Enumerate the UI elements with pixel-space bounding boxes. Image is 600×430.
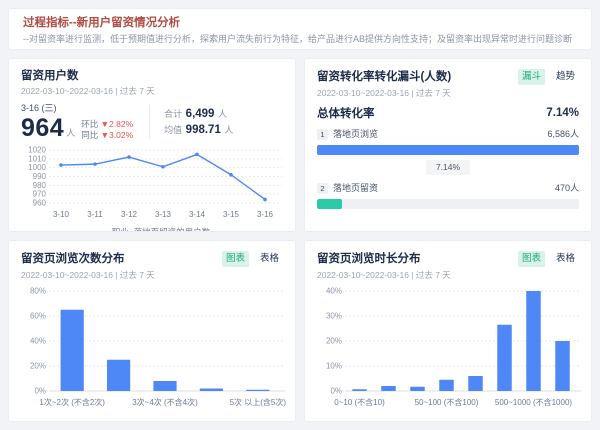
overall-conversion-label: 总体转化率 (317, 105, 375, 121)
views-distribution-bar-chart: 0%20%40%60%80%1次~2次 (不含2次)3次~4次 (不含4次)5次… (21, 283, 283, 418)
header-card: 过程指标--新用户留资情况分析 --对留资率进行监测，低于预期值进行分析，探索用… (8, 8, 592, 50)
duration-tabs: 图表 表格 (518, 251, 579, 267)
current-users-value: 964 (21, 115, 64, 141)
step-1-value: 6,586人 (547, 128, 579, 141)
panel-users-title: 留资用户数 (21, 69, 283, 83)
stats-divider (149, 105, 150, 139)
users-stats-row: 3-16 (三) 964 人 环比 ▼2.82% 同比 ▼3.02% (21, 101, 283, 143)
current-users-unit: 人 (66, 126, 75, 139)
step-2-badge: 2 (317, 183, 328, 194)
svg-text:3-15: 3-15 (223, 210, 240, 219)
page-title: 过程指标--新用户留资情况分析 (23, 16, 577, 31)
svg-text:3-11: 3-11 (87, 210, 103, 219)
funnel-step-1[interactable]: 1 落地页浏览 6,586人 (317, 128, 579, 155)
funnel-step-2[interactable]: 2 落地页留资 470人 (317, 182, 579, 209)
panel-users: 留资用户数 2022-03-10~2022-03-16 | 过去 7 天 3-1… (8, 58, 296, 232)
tab-table[interactable]: 表格 (552, 251, 579, 267)
step-1-bar (317, 145, 579, 155)
yoy-decrease-value: ▼3.02% (101, 130, 134, 140)
svg-text:80%: 80% (30, 287, 46, 296)
panel-views-title: 留资页浏览次数分布 (21, 252, 125, 266)
svg-text:0%: 0% (34, 387, 46, 396)
current-stat-block: 3-16 (三) 964 人 环比 ▼2.82% 同比 ▼3.02% (21, 103, 133, 141)
step-2-label: 落地页留资 (333, 182, 378, 195)
panel-views-distribution: 留资页浏览次数分布 图表 表格 2022-03-10~2022-03-16 | … (8, 240, 296, 422)
svg-text:980: 980 (33, 181, 47, 190)
total-label: 合计 (164, 109, 182, 119)
step-1-label: 落地页浏览 (333, 128, 378, 141)
current-date-label: 3-16 (三) (21, 103, 133, 114)
svg-text:5次 以上(含5次): 5次 以上(含5次) (230, 397, 287, 407)
panel-funnel-title: 留资转化率转化漏斗(人数) (317, 70, 451, 84)
svg-text:1000: 1000 (28, 163, 46, 172)
svg-text:1020: 1020 (28, 146, 46, 155)
svg-text:20%: 20% (30, 362, 46, 371)
line-series-icon (94, 231, 108, 232)
aggregate-stat-block: 合计 6,499 人 均值 998.71 人 (164, 108, 233, 136)
svg-text:970: 970 (33, 190, 47, 199)
wow-decrease-value: ▼2.82% (101, 119, 134, 129)
avg-value: 998.71 (186, 124, 221, 136)
views-tabs: 图表 表格 (222, 251, 283, 267)
svg-text:60%: 60% (30, 312, 46, 321)
svg-text:20%: 20% (326, 337, 342, 346)
svg-text:40%: 40% (30, 337, 46, 346)
svg-text:3-16: 3-16 (257, 210, 274, 219)
step-2-value: 470人 (555, 182, 579, 195)
tab-trend[interactable]: 趋势 (552, 69, 579, 85)
svg-text:1次~2次 (不含2次): 1次~2次 (不含2次) (39, 397, 105, 407)
step-conversion-badge: 7.14% (426, 160, 470, 175)
svg-text:3-14: 3-14 (189, 210, 206, 219)
svg-text:960: 960 (33, 199, 47, 208)
panels-grid: 留资用户数 2022-03-10~2022-03-16 | 过去 7 天 3-1… (8, 58, 592, 422)
step-2-bar-track (317, 199, 579, 209)
overall-conversion-value: 7.14% (546, 107, 579, 119)
dashboard-page: 过程指标--新用户留资情况分析 --对留资率进行监测，低于预期值进行分析，探索用… (0, 0, 600, 430)
svg-text:3-10: 3-10 (53, 210, 70, 219)
step-1-bar-track (317, 145, 579, 155)
panel-duration-date-range: 2022-03-10~2022-03-16 | 过去 7 天 (317, 269, 579, 281)
svg-text:0~10 (不含10): 0~10 (不含10) (334, 397, 385, 407)
tab-chart[interactable]: 图表 (222, 251, 249, 267)
step-2-bar (317, 199, 342, 209)
panel-views-date-range: 2022-03-10~2022-03-16 | 过去 7 天 (21, 269, 283, 281)
tab-chart[interactable]: 图表 (518, 251, 545, 267)
panel-funnel: 留资转化率转化漏斗(人数) 漏斗 趋势 2022-03-10~2022-03-1… (304, 58, 592, 232)
svg-text:3-12: 3-12 (121, 210, 138, 219)
svg-text:50~100 (不含100): 50~100 (不含100) (415, 397, 479, 407)
tab-funnel[interactable]: 漏斗 (518, 69, 545, 85)
panel-duration-title: 留资页浏览时长分布 (317, 252, 421, 266)
users-trend-line-chart: 960970980990100010101020 3-10 3-11 3-12 3-13… (21, 145, 283, 228)
page-subtitle: --对留资率进行监测，低于预期值进行分析，探索用户流失前行为特征，给产品进行AB… (23, 33, 577, 46)
wow-label: 环比 (81, 119, 98, 129)
funnel-tabs: 漏斗 趋势 (518, 69, 579, 85)
svg-text:3次~4次 (不含4次): 3次~4次 (不含4次) (132, 397, 198, 407)
svg-text:40%: 40% (326, 287, 342, 296)
step-1-badge: 1 (317, 129, 328, 140)
panel-users-date-range: 2022-03-10~2022-03-16 | 过去 7 天 (21, 85, 283, 97)
avg-label: 均值 (164, 125, 182, 135)
yoy-label: 同比 (81, 130, 98, 140)
svg-text:30%: 30% (326, 312, 342, 321)
total-value: 6,499 (186, 108, 215, 120)
tab-table[interactable]: 表格 (256, 251, 283, 267)
panel-duration-distribution: 留资页浏览时长分布 图表 表格 2022-03-10~2022-03-16 | … (304, 240, 592, 422)
svg-text:10%: 10% (326, 362, 342, 371)
duration-distribution-bar-chart: 0% 10% 20% 30% 40% 0~10 (不含10) 50~100 (不含100) 5… (317, 283, 579, 418)
svg-text:1010: 1010 (28, 154, 46, 163)
avg-unit: 人 (224, 125, 233, 135)
panel-funnel-date-range: 2022-03-10~2022-03-16 | 过去 7 天 (317, 87, 579, 99)
svg-text:500~1000 (不含1000): 500~1000 (不含1000) (495, 397, 572, 407)
svg-text:990: 990 (33, 172, 47, 181)
svg-text:0%: 0% (330, 387, 342, 396)
legend-label: 职业_落地页留资的用户数 (112, 226, 210, 232)
svg-text:3-13: 3-13 (155, 210, 172, 219)
change-indicators: 环比 ▼2.82% 同比 ▼3.02% (81, 119, 133, 141)
total-unit: 人 (218, 109, 227, 119)
